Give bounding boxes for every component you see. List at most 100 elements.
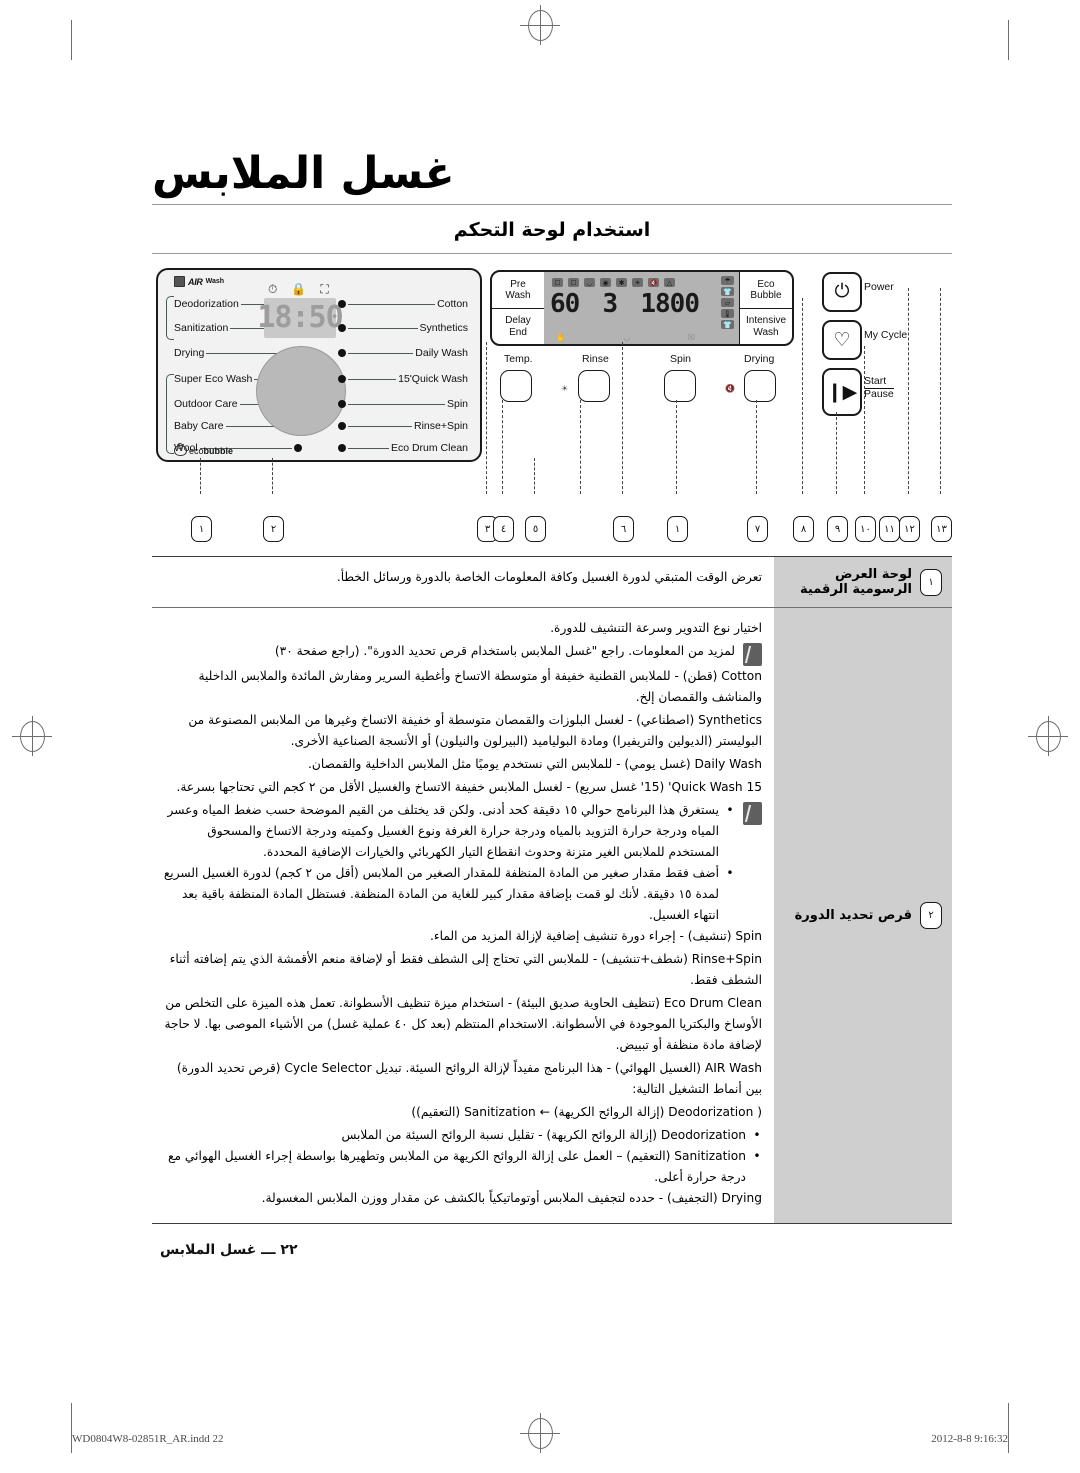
iron-status-icon: ▱ xyxy=(721,298,734,308)
cycle-dot xyxy=(338,400,346,409)
status-icon-group: ⏱ 🔒 ⛶ xyxy=(268,282,329,297)
shirt-status-icon: 👕 xyxy=(721,287,734,297)
drying-icon: ✱ xyxy=(616,278,627,288)
note-bullet-item: • أضف فقط مقدار صغير من المادة المنظفة ل… xyxy=(162,863,735,926)
cycle-row-spin[interactable]: Spin xyxy=(338,398,468,410)
note-block: • يستغرق هذا البرنامج حوالي ١٥ دقيقة كحد… xyxy=(162,800,762,926)
cycle-description-eco-drum-clean: Eco Drum Clean (تنظيف الحاوية صديق البيئ… xyxy=(164,996,762,1053)
eco-bubble-line2: Bubble xyxy=(750,290,782,302)
callout-leader xyxy=(676,400,677,495)
rinse-button-label: Rinse xyxy=(582,353,609,366)
print-timestamp: 2012-8-8 9:16:32 xyxy=(931,1433,1008,1445)
cycle-selector-dial[interactable] xyxy=(256,346,346,437)
note-icon xyxy=(743,643,762,667)
cycle-label: Baby Care xyxy=(174,420,224,433)
bullet-text: Sanitization (التعقيم) – العمل على إزالة… xyxy=(168,1149,746,1185)
cycle-dot xyxy=(338,324,346,333)
table-row: ١ لوحة العرض الرسومية الرقمية تعرض الوقت… xyxy=(152,557,952,608)
row-label-cycle-selector: ٢ قرص تحديد الدورة xyxy=(774,608,952,1223)
bubble-soak-icon: ☀ xyxy=(632,278,643,288)
cycle-row-eco-drum-clean[interactable]: Eco Drum Clean xyxy=(338,442,468,454)
cycle-description-cotton: Cotton (قطن) - للملابس القطنية خفيفة أو … xyxy=(198,669,762,705)
subtitle-divider xyxy=(152,253,952,255)
callout-9: ٨ xyxy=(793,516,814,543)
spin-button-label: Spin xyxy=(670,353,692,366)
drying-button[interactable] xyxy=(744,370,776,403)
cycle-label: Deodorization xyxy=(174,298,239,311)
bullet-item-sanitization: • Sanitization (التعقيم) – العمل على إزا… xyxy=(162,1146,762,1188)
cycle-description-air-wash: AIR Wash (الغسيل الهوائي) - هذا البرنامج… xyxy=(176,1061,762,1097)
hand-wash-icon: ✋ xyxy=(556,333,566,343)
callout-4: ٤ xyxy=(493,516,514,543)
cycle-row-daily-wash[interactable]: Daily Wash xyxy=(338,347,468,359)
pre-wash-button[interactable]: Pre Wash xyxy=(492,272,544,308)
pre-wash-line1: Pre xyxy=(510,278,526,290)
lcd-status-column: ☂ 👕 ▱ 🌡 👕 xyxy=(721,276,734,330)
pre-wash-delay-group: Pre Wash Delay End xyxy=(492,272,544,344)
delay-end-button[interactable]: Delay End xyxy=(492,307,544,345)
table-row: ٢ قرص تحديد الدورة اختيار نوع التدوير وس… xyxy=(152,607,952,1223)
tub-icon: ◡ xyxy=(623,333,631,343)
sound-off-icon: 🔇 xyxy=(648,278,659,288)
spin-button[interactable] xyxy=(664,370,696,403)
row-description: تعرض الوقت المتبقي لدورة الغسيل وكافة ال… xyxy=(152,557,774,607)
temp-button[interactable] xyxy=(500,370,532,403)
cycle-row-cotton[interactable]: Cotton xyxy=(338,298,468,310)
brace-special xyxy=(166,374,174,455)
lcd-bottom-icon-row: ✋ ◡ ☒ xyxy=(556,333,695,342)
power-button-label: Power xyxy=(864,281,894,294)
registration-mark-left xyxy=(12,716,52,756)
cycle-row-rinse-spin[interactable]: Rinse+Spin xyxy=(338,420,468,432)
temperature-status-icon: 🌡 xyxy=(721,309,734,319)
power-button[interactable]: ⏻ xyxy=(822,272,862,313)
callout-12: ١١ xyxy=(879,516,900,543)
rinse-count-value: 3 xyxy=(602,289,619,320)
eco-bubble-status-icon: ☂ xyxy=(721,276,734,286)
cycle-dot xyxy=(338,300,346,309)
print-footer: WD0804W8-02851R_AR.indd 22 2012-8-8 9:16… xyxy=(0,1433,1080,1453)
bullet-dot: • xyxy=(753,1128,761,1143)
cycle-label: Rinse+Spin xyxy=(414,420,468,433)
eco-bubble-button[interactable]: Eco Bubble xyxy=(740,272,792,308)
airwash-icon xyxy=(174,276,185,288)
callout-2: ٢ xyxy=(263,516,284,543)
brace-airwash xyxy=(166,296,174,341)
page: غسل الملابس استخدام لوحة التحكم AIR Wash… xyxy=(0,0,1080,1473)
cycle-label: Outdoor Care xyxy=(174,398,238,411)
intensive-wash-line1: Intensive xyxy=(745,315,787,327)
start-pause-button[interactable]: ▶❙ xyxy=(822,368,862,417)
callout-6: ٦ xyxy=(613,516,634,543)
callout-number-row: ١ ٢ ٣ ٤ ٥ ٦ ١ ٧ ٨ ٩ ١٠ ١١ ١٢ ١٣ xyxy=(152,508,952,543)
callout-leader xyxy=(534,458,535,495)
no-spin-icon: ☒ xyxy=(687,333,695,343)
cycle-dot xyxy=(338,422,346,431)
detergent-icon: ⛶ xyxy=(320,282,329,297)
cycle-row-quick-wash[interactable]: 15'Quick Wash xyxy=(338,373,468,385)
cycle-row-synthetics[interactable]: Synthetics xyxy=(338,322,468,334)
intensive-wash-button[interactable]: Intensive Wash xyxy=(740,307,792,345)
lock-icon: 🔒 xyxy=(291,282,307,297)
document-body: غسل الملابس استخدام لوحة التحكم AIR Wash… xyxy=(152,149,952,1258)
cycle-dot xyxy=(338,444,346,453)
description-paragraph: تعرض الوقت المتبقي لدورة الغسيل وكافة ال… xyxy=(336,570,762,585)
cycle-description-daily-wash: Daily Wash (غسل يومي) - للملابس التي نست… xyxy=(308,757,762,772)
cycle-label: Daily Wash xyxy=(415,347,468,360)
row-description: اختيار نوع التدوير وسرعة التنشيف للدورة.… xyxy=(152,608,774,1223)
temp-button-label: Temp. xyxy=(504,353,533,366)
control-panel-illustration: AIR Wash Deodorization Sanitization Dryi… xyxy=(152,258,952,508)
row-name: قرص تحديد الدورة xyxy=(794,908,912,924)
cycle-dial-panel: AIR Wash Deodorization Sanitization Dryi… xyxy=(156,268,482,463)
callout-leader xyxy=(200,458,201,495)
cycle-label: Super Eco Wash xyxy=(174,373,253,386)
registration-mark-right xyxy=(1028,716,1068,756)
note-block: لمزيد من المعلومات. راجع "غسل الملابس با… xyxy=(162,641,762,667)
my-cycle-button[interactable]: ♡ xyxy=(822,320,862,361)
callout-11: ١٠ xyxy=(855,516,876,543)
bullet-text: Deodorization (إزالة الروائح الكريهة) - … xyxy=(341,1128,747,1143)
callout-leader xyxy=(272,458,273,495)
airwash-suffix: Wash xyxy=(205,278,225,286)
bullet-dot: • xyxy=(726,803,734,818)
cycle-label: Cotton xyxy=(437,298,468,311)
digital-display-module: Pre Wash Delay End ☐ ☐ ◡ ◉ ✱ ☀ 🔇 △ 60 3 … xyxy=(490,270,794,347)
rinse-button[interactable] xyxy=(578,370,610,403)
